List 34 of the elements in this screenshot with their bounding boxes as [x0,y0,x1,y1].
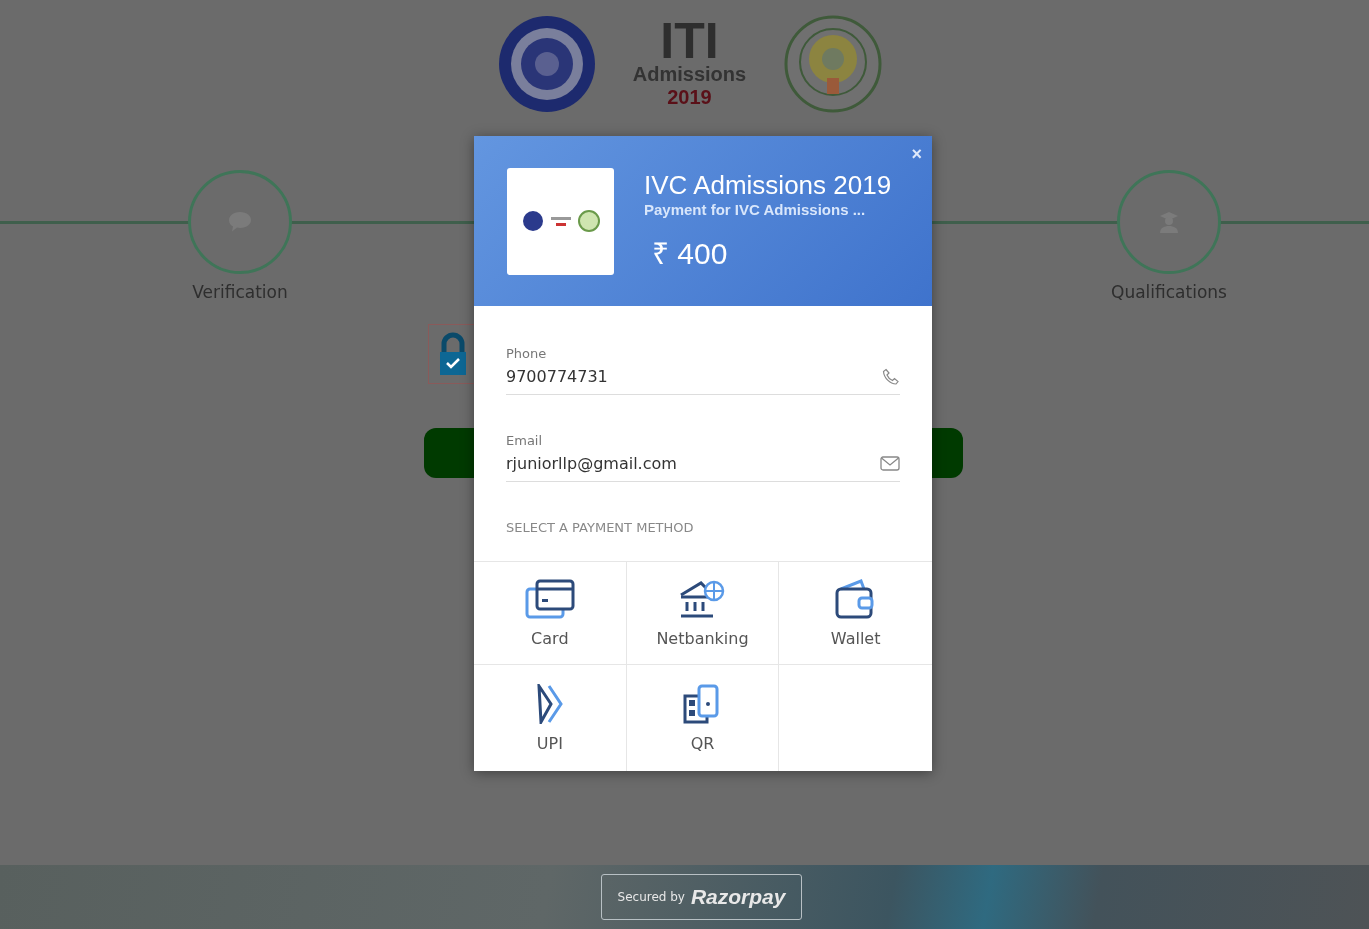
payment-method[interactable]: Netbanking [626,562,780,665]
contact-field[interactable]: Email rjuniorllp@gmail.com [506,433,900,482]
field-value: 9700774731 [506,367,608,386]
method-label: QR [690,733,715,753]
field-label: Email [506,433,544,448]
card-icon [524,578,575,619]
email-icon [880,456,900,471]
field-value: rjuniorllp@gmail.com [506,454,677,473]
amount-label: ₹ 400 [652,236,729,272]
payment-method[interactable]: QR [626,665,780,771]
step-label: Qualifications [1111,282,1227,302]
contact-field[interactable]: Phone 9700774731 [506,346,900,395]
merchant-name: IVC Admissions 2019 [644,169,892,201]
method-label: Wallet [830,628,881,648]
section-title: SELECT A PAYMENT METHOD [506,520,695,537]
payment-description: Payment for IVC Admissions ... [644,201,867,218]
step-label: Verification [192,282,288,302]
payment-method[interactable]: Card [474,562,627,665]
lock-icon [439,332,467,376]
secured-badge[interactable]: Secured by Razorpay [600,874,803,920]
admissions-label: Admissions [632,63,747,86]
razorpay-logo: Razorpay [690,885,786,909]
method-label: UPI [536,733,563,753]
seal-logo-icon [496,14,597,114]
payment-method[interactable]: Wallet [779,562,932,665]
emblem-logo-icon [782,14,883,114]
year-label: 2019 [667,86,712,109]
iti-title: ITI [660,19,719,63]
method-label: Card [531,628,569,648]
payment-method[interactable]: UPI [474,665,627,771]
phone-icon [882,367,900,386]
method-label: Netbanking [656,628,749,648]
field-label: Phone [506,346,548,361]
secured-label: Secured by [617,890,685,904]
